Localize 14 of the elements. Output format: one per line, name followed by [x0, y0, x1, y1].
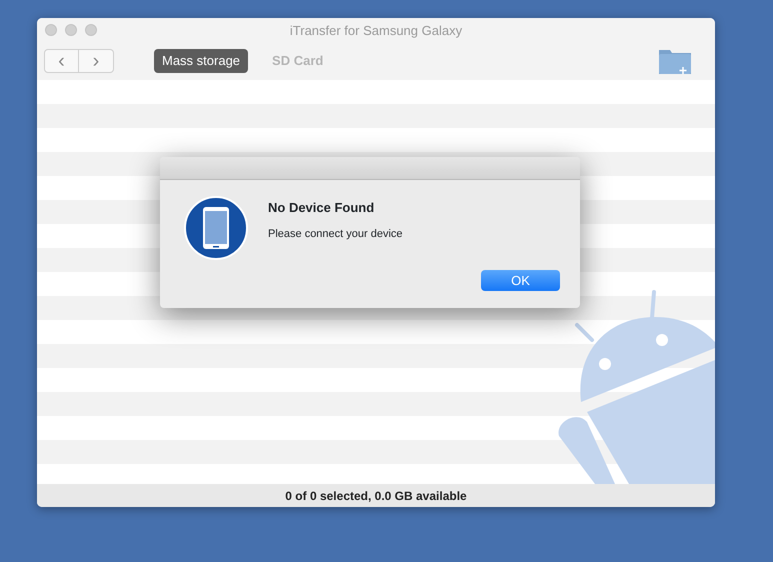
back-button[interactable]: ‹ [44, 49, 79, 73]
forward-button[interactable]: › [79, 49, 114, 73]
ok-button[interactable]: OK [481, 270, 560, 291]
dialog-title: No Device Found [268, 199, 376, 217]
zoom-button[interactable] [85, 24, 97, 36]
phone-icon [184, 196, 248, 260]
close-button[interactable] [45, 24, 57, 36]
new-folder-icon[interactable] [658, 47, 692, 75]
dialog-message: Please connect your device [268, 226, 403, 242]
tab[interactable]: Mass storage [154, 49, 248, 73]
minimize-button[interactable] [65, 24, 77, 36]
tab[interactable]: SD Card [264, 49, 332, 73]
status-text: 0 of 0 selected, 0.0 GB available [285, 488, 467, 504]
window-title: iTransfer for Samsung Galaxy [290, 22, 462, 40]
